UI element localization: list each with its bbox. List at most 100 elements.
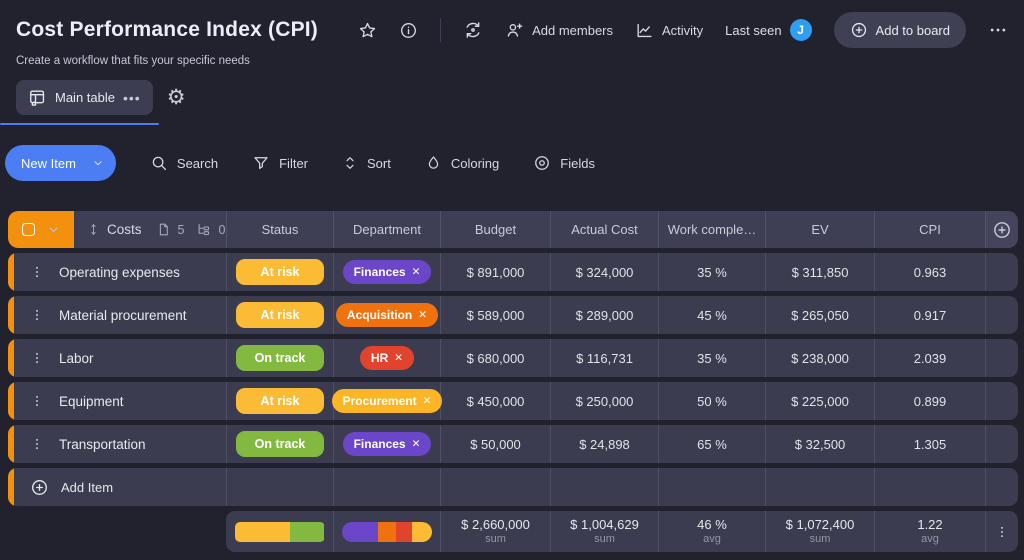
table-row[interactable]: Operating expenses At risk Finances ✕ $ 8…: [8, 253, 1018, 291]
item-name[interactable]: Transportation: [59, 437, 146, 452]
budget-cell[interactable]: $ 450,000: [440, 382, 550, 420]
item-name[interactable]: Material procurement: [59, 308, 187, 323]
status-badge[interactable]: On track: [236, 431, 324, 457]
work-complete-cell[interactable]: 35 %: [658, 339, 765, 377]
table-row[interactable]: Material procurement At risk Acquisition…: [8, 296, 1018, 334]
actual-cost-cell[interactable]: $ 324,000: [550, 253, 658, 291]
department-summary-cell[interactable]: [333, 511, 440, 552]
sort-button[interactable]: Sort: [342, 154, 391, 172]
department-cell[interactable]: Acquisition ✕: [333, 296, 440, 334]
status-cell[interactable]: On track: [226, 425, 333, 463]
department-cell[interactable]: Procurement ✕: [331, 382, 443, 420]
remove-tag-icon[interactable]: ✕: [418, 309, 427, 321]
department-cell[interactable]: Finances ✕: [333, 425, 440, 463]
integrations-sync-icon[interactable]: [463, 20, 483, 40]
group-name[interactable]: Costs: [107, 222, 142, 237]
status-badge[interactable]: On track: [236, 345, 324, 371]
department-tag[interactable]: Acquisition ✕: [335, 303, 439, 327]
table-row[interactable]: Labor On track HR ✕ $ 680,000 $ 116,731 3…: [8, 339, 1018, 377]
actual-cost-cell[interactable]: $ 24,898: [550, 425, 658, 463]
item-name[interactable]: Operating expenses: [59, 265, 180, 280]
budget-cell[interactable]: $ 680,000: [440, 339, 550, 377]
filter-button[interactable]: Filter: [252, 154, 308, 172]
column-header-cpi[interactable]: CPI: [874, 211, 985, 248]
row-menu-icon[interactable]: [30, 393, 44, 409]
row-menu-icon[interactable]: [30, 307, 44, 323]
ev-cell[interactable]: $ 32,500: [765, 425, 874, 463]
remove-tag-icon[interactable]: ✕: [423, 395, 432, 407]
coloring-button[interactable]: Coloring: [425, 154, 499, 172]
department-tag[interactable]: Finances ✕: [342, 432, 432, 456]
work-complete-cell[interactable]: 45 %: [658, 296, 765, 334]
group-select-chip[interactable]: [8, 211, 74, 248]
department-tag[interactable]: Finances ✕: [342, 260, 432, 284]
status-cell[interactable]: On track: [226, 339, 333, 377]
remove-tag-icon[interactable]: ✕: [412, 438, 421, 450]
add-to-board-button[interactable]: Add to board: [833, 12, 966, 48]
cpi-cell[interactable]: 0.917: [874, 296, 985, 334]
activity-button[interactable]: Activity: [635, 21, 703, 40]
status-summary-cell[interactable]: [226, 511, 333, 552]
new-item-button[interactable]: New Item: [5, 145, 116, 181]
budget-cell[interactable]: $ 50,000: [440, 425, 550, 463]
avatar[interactable]: J: [789, 19, 812, 41]
search-button[interactable]: Search: [150, 154, 218, 172]
ev-cell[interactable]: $ 238,000: [765, 339, 874, 377]
table-row[interactable]: Equipment At risk Procurement ✕ $ 450,000…: [8, 382, 1018, 420]
actual-cost-cell[interactable]: $ 289,000: [550, 296, 658, 334]
status-distribution-bar[interactable]: [234, 521, 325, 542]
ev-cell[interactable]: $ 225,000: [765, 382, 874, 420]
status-cell[interactable]: At risk: [226, 253, 333, 291]
add-column-button[interactable]: [985, 211, 1018, 248]
summary-menu-icon[interactable]: [985, 511, 1018, 552]
ev-cell[interactable]: $ 311,850: [765, 253, 874, 291]
remove-tag-icon[interactable]: ✕: [412, 266, 421, 278]
chevron-down-icon[interactable]: [86, 157, 110, 169]
department-cell[interactable]: Finances ✕: [333, 253, 440, 291]
status-badge[interactable]: At risk: [236, 388, 324, 414]
select-all-checkbox[interactable]: [22, 223, 35, 236]
add-members-button[interactable]: Add members: [505, 21, 613, 40]
status-cell[interactable]: At risk: [226, 382, 333, 420]
work-complete-cell[interactable]: 35 %: [658, 253, 765, 291]
budget-cell[interactable]: $ 589,000: [440, 296, 550, 334]
favorite-star-icon[interactable]: [358, 21, 377, 40]
department-tag[interactable]: HR ✕: [359, 346, 415, 370]
board-settings-gear-icon[interactable]: ⚙: [167, 87, 186, 108]
work-complete-cell[interactable]: 50 %: [658, 382, 765, 420]
column-header-work-complete[interactable]: Work comple…: [658, 211, 765, 248]
fields-button[interactable]: Fields: [533, 154, 595, 172]
cpi-cell[interactable]: 1.305: [874, 425, 985, 463]
status-badge[interactable]: At risk: [236, 259, 324, 285]
cpi-cell[interactable]: 0.899: [874, 382, 985, 420]
tab-options-icon[interactable]: •••: [123, 91, 141, 105]
info-icon[interactable]: [399, 21, 418, 40]
row-menu-icon[interactable]: [30, 436, 44, 452]
column-header-ev[interactable]: EV: [765, 211, 874, 248]
remove-tag-icon[interactable]: ✕: [394, 352, 403, 364]
department-cell[interactable]: HR ✕: [333, 339, 440, 377]
actual-cost-cell[interactable]: $ 116,731: [550, 339, 658, 377]
cpi-cell[interactable]: 2.039: [874, 339, 985, 377]
status-badge[interactable]: At risk: [236, 302, 324, 328]
ev-cell[interactable]: $ 265,050: [765, 296, 874, 334]
column-header-actual-cost[interactable]: Actual Cost: [550, 211, 658, 248]
status-cell[interactable]: At risk: [226, 296, 333, 334]
row-menu-icon[interactable]: [30, 264, 44, 280]
item-name[interactable]: Labor: [59, 351, 94, 366]
more-options-icon[interactable]: [988, 20, 1008, 40]
budget-cell[interactable]: $ 891,000: [440, 253, 550, 291]
department-distribution-bar[interactable]: [342, 521, 432, 542]
item-name[interactable]: Equipment: [59, 394, 124, 409]
add-item-row[interactable]: Add Item: [8, 468, 1018, 506]
department-tag[interactable]: Procurement ✕: [331, 389, 443, 413]
cpi-cell[interactable]: 0.963: [874, 253, 985, 291]
column-header-status[interactable]: Status: [226, 211, 333, 248]
column-header-department[interactable]: Department: [333, 211, 440, 248]
row-menu-icon[interactable]: [30, 350, 44, 366]
actual-cost-cell[interactable]: $ 250,000: [550, 382, 658, 420]
table-row[interactable]: Transportation On track Finances ✕ $ 50,0…: [8, 425, 1018, 463]
tab-main-table[interactable]: Main table •••: [0, 80, 159, 125]
column-header-budget[interactable]: Budget: [440, 211, 550, 248]
work-complete-cell[interactable]: 65 %: [658, 425, 765, 463]
